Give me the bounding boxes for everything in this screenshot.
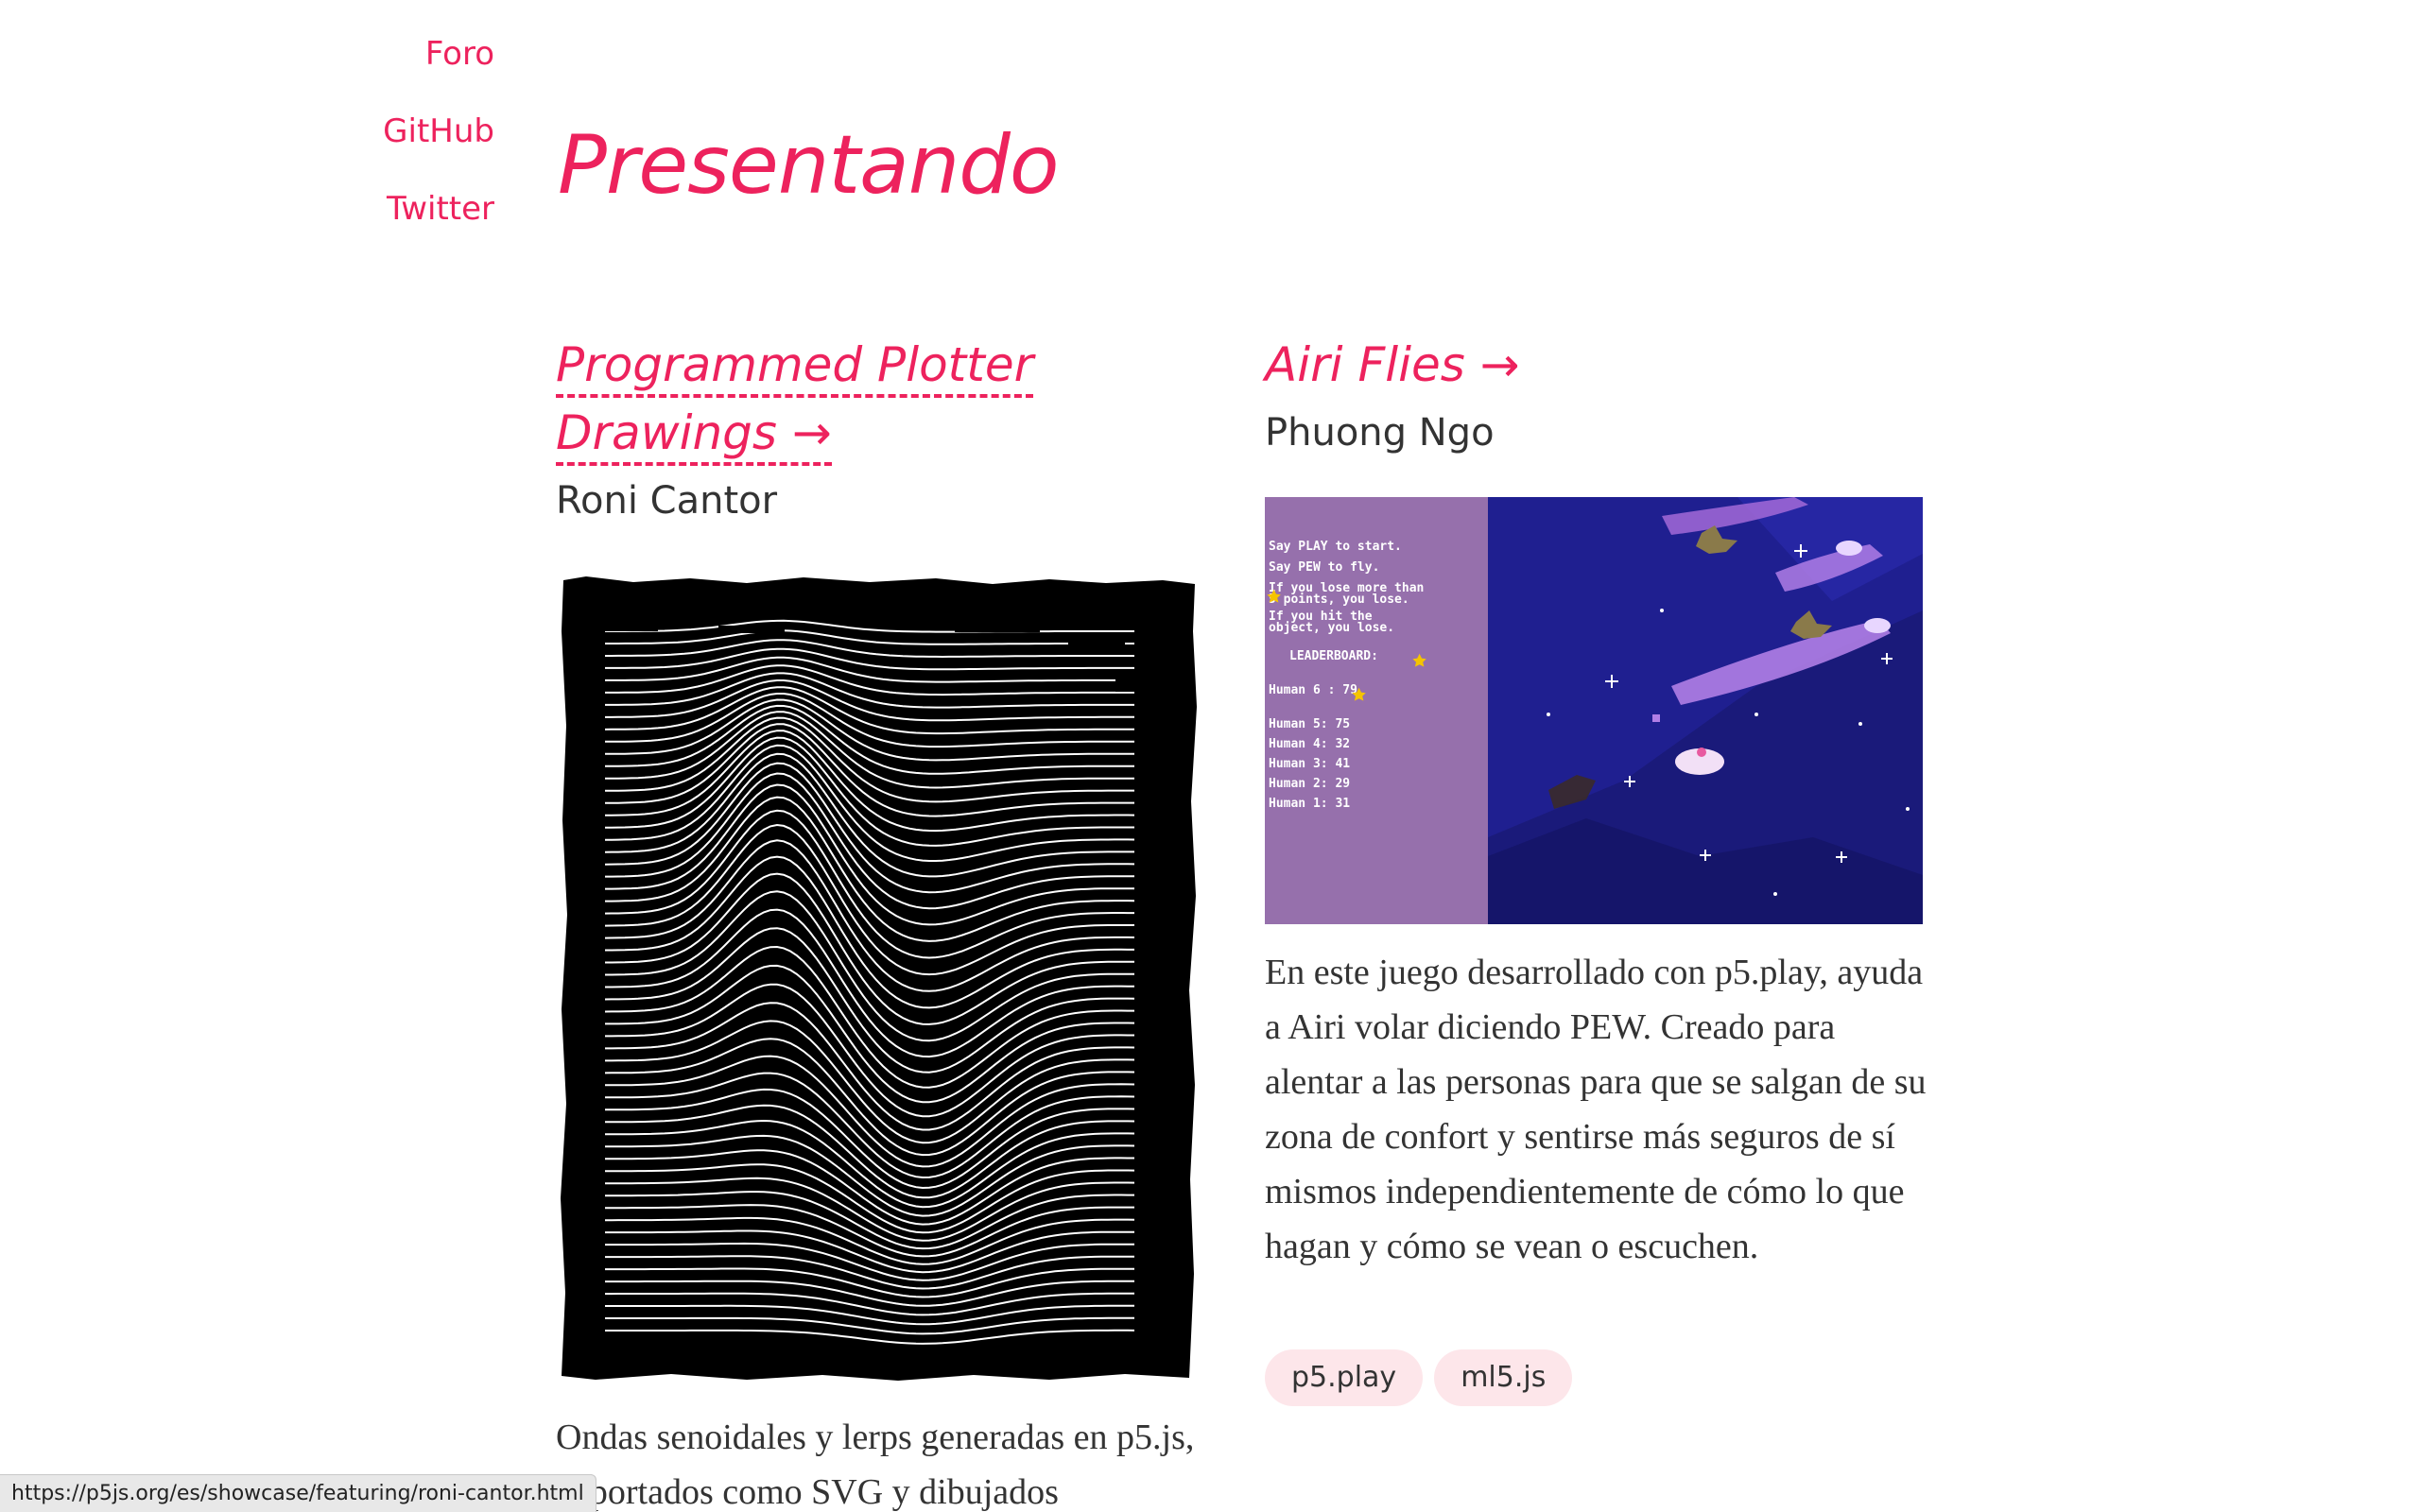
card-title: Programmed Plotter Drawings → [556,331,1218,467]
card-description: Ondas senoidales y lerps generadas en p5… [556,1418,1195,1512]
tag-p5-play[interactable]: p5.play [1265,1349,1424,1406]
nav-link-foro[interactable]: Foro [383,15,494,93]
card-author: Roni Cantor [556,479,778,523]
card-title-link-programmed-plotter-drawings[interactable]: Programmed Plotter Drawings → [556,337,1034,466]
nav-link-twitter[interactable]: Twitter [383,170,494,248]
game-leaderboard-title: LEADERBOARD: [1289,649,1378,663]
card-description: En este juego desarrollado con p5.play, … [1265,953,1927,1266]
tag-ml5-js[interactable]: ml5.js [1434,1349,1573,1406]
game-instruction-4: 5 points, you lose. [1269,593,1409,607]
game-score-1: Human 5: 75 [1269,717,1350,731]
game-instruction-1: Say PLAY to start. [1269,540,1402,554]
tag-list: p5.play ml5.js [1265,1349,1573,1406]
card-author: Phuong Ngo [1265,411,1495,455]
nav-link-github[interactable]: GitHub [383,93,494,170]
status-bar-url: https://p5js.org/es/showcase/featuring/r… [0,1474,596,1512]
game-score-3: Human 3: 41 [1269,757,1350,771]
game-instruction-2: Say PEW to fly. [1269,560,1379,575]
page-title: Presentando [558,118,1059,213]
game-current-score: Human 6 : 79 [1269,683,1357,697]
game-score-5: Human 1: 31 [1269,797,1350,811]
card-title: Airi Flies → [1265,331,1927,399]
airi-flies-game-image[interactable]: Say PLAY to start. Say PEW to fly. If yo… [1265,497,1923,924]
sidebar-nav: Foro GitHub Twitter [383,15,494,248]
game-score-4: Human 2: 29 [1269,777,1350,791]
showcase-card-roni-cantor: Programmed Plotter Drawings → Roni Canto… [556,331,1218,529]
game-score-2: Human 4: 32 [1269,737,1350,751]
game-instruction-6: object, you lose. [1269,621,1394,635]
plotter-drawing-image[interactable] [558,575,1201,1383]
showcase-card-phuong-ngo: Airi Flies → Phuong Ngo [1265,331,1927,461]
card-title-link-airi-flies[interactable]: Airi Flies → [1265,337,1520,394]
